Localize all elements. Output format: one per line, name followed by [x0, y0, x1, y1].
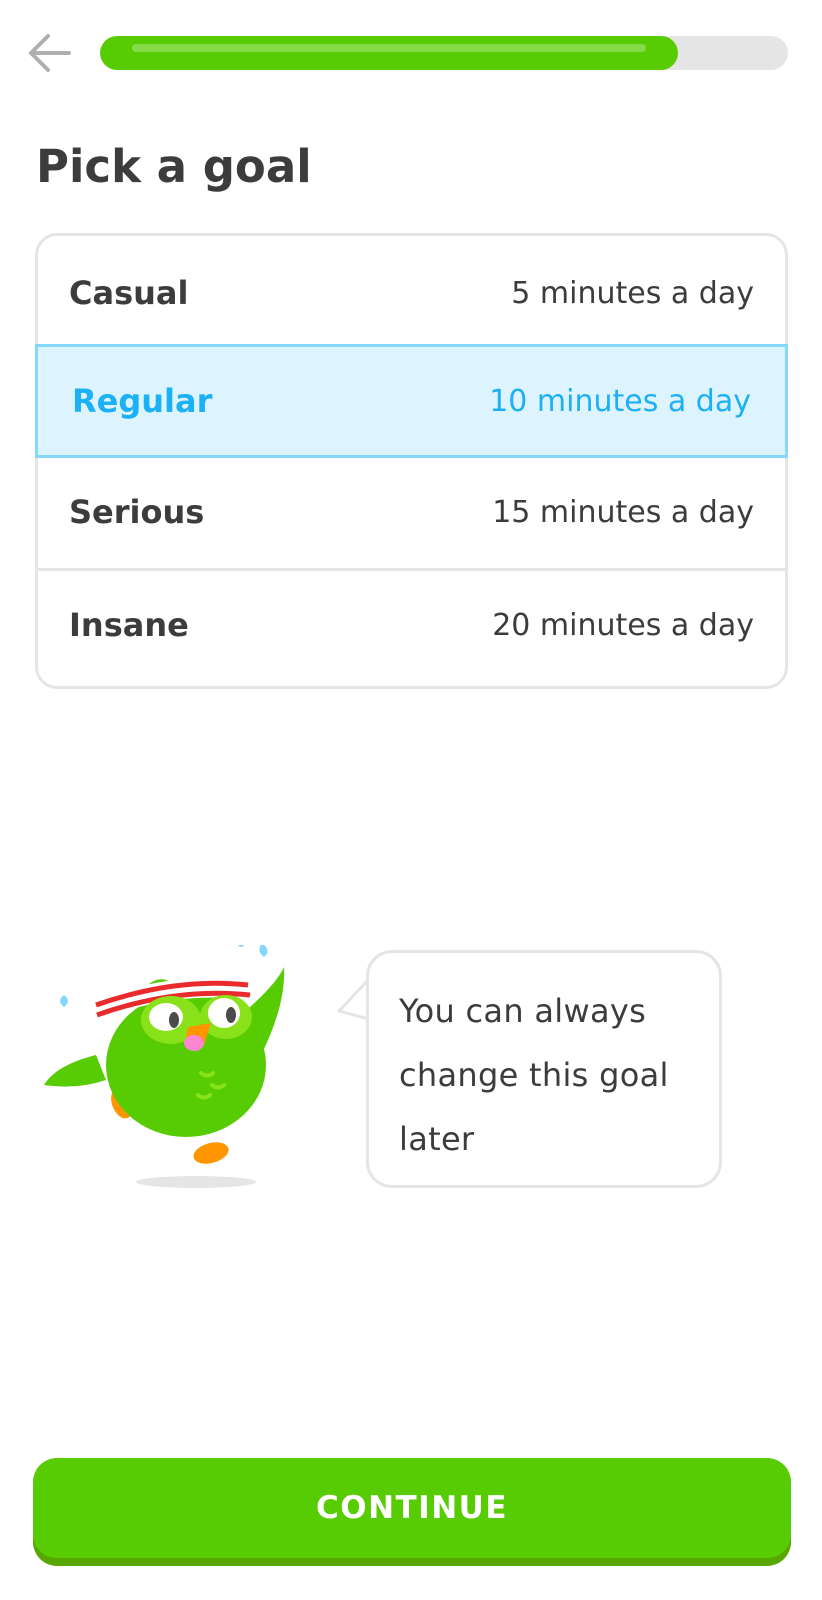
- goal-duration: 10 minutes a day: [489, 383, 751, 419]
- back-button[interactable]: [24, 28, 74, 78]
- progress-highlight: [132, 44, 646, 52]
- goal-duration: 5 minutes a day: [511, 275, 754, 311]
- speech-line: later: [399, 1120, 475, 1158]
- goal-option-insane[interactable]: Insane 20 minutes a day: [35, 568, 788, 682]
- progress-fill: [100, 36, 678, 70]
- goal-name: Insane: [69, 606, 189, 644]
- speech-line: change this goal: [399, 1056, 669, 1094]
- speech-line: You can always: [399, 992, 647, 1030]
- page-title: Pick a goal: [36, 140, 312, 193]
- speech-bubble: You can always change this goal later: [366, 950, 722, 1188]
- goal-option-casual[interactable]: Casual 5 minutes a day: [35, 236, 788, 352]
- goal-duration: 20 minutes a day: [492, 607, 754, 643]
- goal-duration: 15 minutes a day: [492, 494, 754, 530]
- goal-option-serious[interactable]: Serious 15 minutes a day: [35, 455, 788, 571]
- continue-label: CONTINUE: [315, 1490, 509, 1526]
- arrow-left-icon: [29, 34, 71, 72]
- goal-name: Regular: [72, 382, 213, 420]
- goal-name: Casual: [69, 274, 189, 312]
- continue-button[interactable]: CONTINUE: [33, 1458, 791, 1558]
- goal-name: Serious: [69, 493, 205, 531]
- progress-bar: [100, 36, 788, 70]
- goal-list: Casual 5 minutes a day Regular 10 minute…: [35, 233, 788, 689]
- owl-mascot-icon: [44, 945, 285, 1188]
- goal-selection-screen: Pick a goal Casual 5 minutes a day Regul…: [0, 0, 822, 1600]
- goal-option-regular[interactable]: Regular 10 minutes a day: [35, 344, 788, 458]
